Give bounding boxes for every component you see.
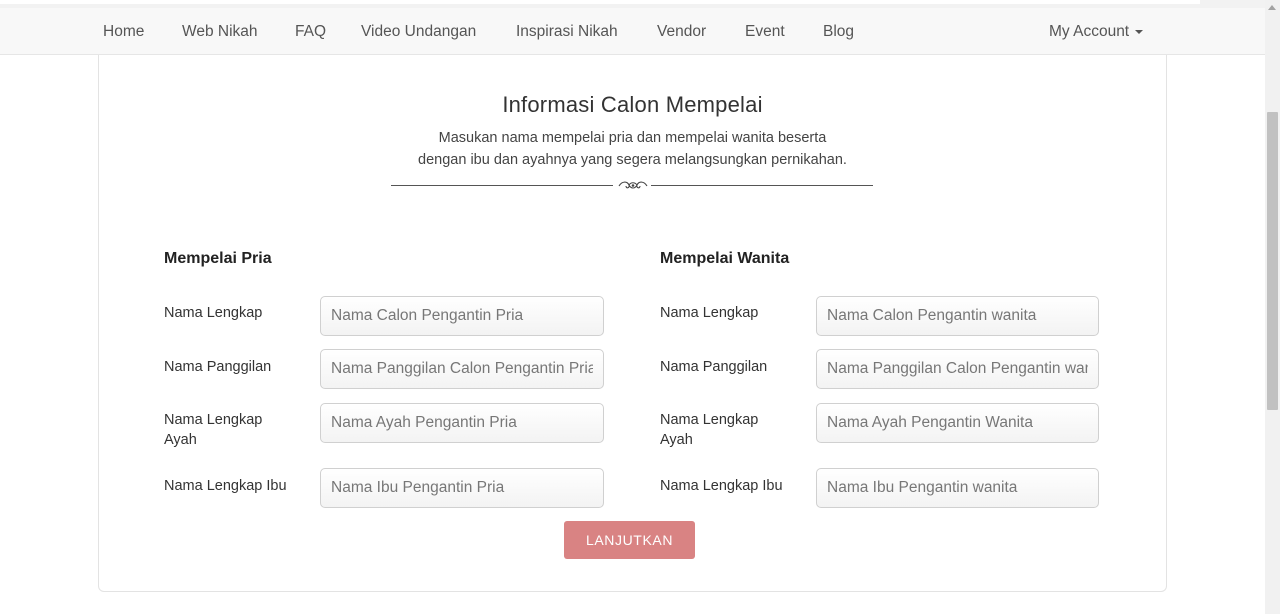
groom-fullname-label: Nama Lengkap [164,305,263,321]
groom-mother-label: Nama Lengkap Ibu [164,478,287,494]
page-subtitle-line2: dengan ibu dan ayahnya yang segera melan… [418,152,847,168]
my-account-label: My Account [1049,23,1130,40]
groom-mother-input[interactable] [320,468,604,508]
bride-fullname-label: Nama Lengkap [660,305,759,321]
groom-nickname-input[interactable] [320,349,604,389]
bride-nickname-label: Nama Panggilan [660,359,768,375]
bride-section-title: Mempelai Wanita [660,250,790,267]
nav-blog[interactable]: Blog [823,8,854,55]
nav-faq[interactable]: FAQ [295,8,326,55]
groom-nickname-label: Nama Panggilan [164,359,272,375]
address-strip [0,0,1200,4]
groom-father-label: Nama Lengkap Ayah [164,412,263,448]
ornament-divider [391,178,873,192]
bride-father-label: Nama Lengkap Ayah [660,412,759,448]
groom-father-input[interactable] [320,403,604,443]
my-account-dropdown[interactable]: My Account [1049,8,1144,55]
vertical-scrollbar[interactable] [1265,0,1280,614]
floral-ornament-icon [618,181,648,189]
nav-vendor[interactable]: Vendor [657,8,706,55]
bride-mother-label: Nama Lengkap Ibu [660,478,783,494]
scrollbar-thumb[interactable] [1267,112,1278,410]
nav-home[interactable]: Home [103,8,144,55]
groom-fullname-input[interactable] [320,296,604,336]
nav-inspirasi-nikah[interactable]: Inspirasi Nikah [516,8,618,55]
top-navbar: Home Web Nikah FAQ Video Undangan Inspir… [0,8,1265,55]
nav-video-undangan[interactable]: Video Undangan [361,8,476,55]
groom-section-title: Mempelai Pria [164,250,272,267]
bride-nickname-input[interactable] [816,349,1099,389]
scroll-up-arrow-icon[interactable] [1268,5,1276,10]
bride-mother-input[interactable] [816,468,1099,508]
bride-fullname-input[interactable] [816,296,1099,336]
continue-button[interactable]: LANJUTKAN [564,521,695,559]
caret-down-icon [1135,29,1144,34]
page-title: Informasi Calon Mempelai [502,92,763,117]
nav-event[interactable]: Event [745,8,785,55]
page-subtitle-line1: Masukan nama mempelai pria dan mempelai … [438,130,827,146]
browser-top-strip [0,0,1265,8]
bride-father-input[interactable] [816,403,1099,443]
nav-web-nikah[interactable]: Web Nikah [182,8,258,55]
